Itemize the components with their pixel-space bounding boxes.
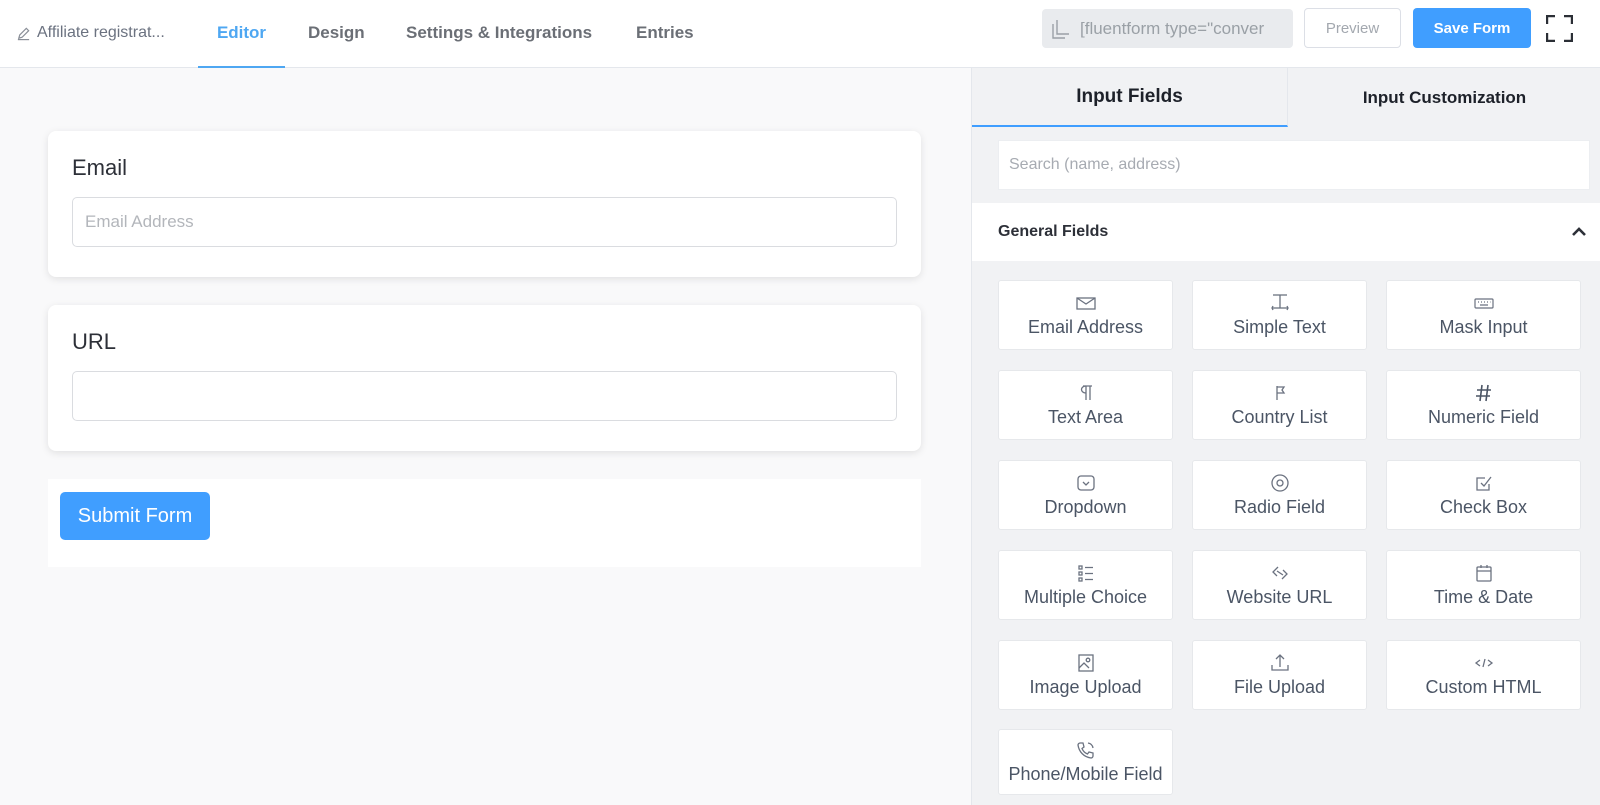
field-item-country-list[interactable]: Country List bbox=[1192, 370, 1367, 440]
field-item-text-area[interactable]: Text Area bbox=[998, 370, 1173, 440]
copy-icon bbox=[1052, 19, 1069, 39]
top-bar: Affiliate registrat... Editor Design Set… bbox=[0, 0, 1600, 68]
field-item-label: Website URL bbox=[1226, 586, 1333, 607]
email-field-input[interactable]: Email Address bbox=[72, 197, 897, 247]
flag-icon bbox=[1269, 383, 1291, 403]
field-item-multiple-choice[interactable]: Multiple Choice bbox=[998, 550, 1173, 620]
field-item-mask-input[interactable]: Mask Input bbox=[1386, 280, 1581, 350]
email-field-card[interactable]: Email Email Address bbox=[48, 131, 921, 277]
tab-design[interactable]: Design bbox=[308, 0, 365, 68]
form-title-text: Affiliate registrat... bbox=[37, 24, 165, 41]
field-item-phone-mobile[interactable]: Phone/Mobile Field bbox=[998, 729, 1173, 795]
field-item-label: Text Area bbox=[1047, 406, 1124, 427]
phone-icon bbox=[1075, 740, 1097, 760]
image-icon bbox=[1075, 653, 1097, 673]
field-item-custom-html[interactable]: Custom HTML bbox=[1386, 640, 1581, 710]
fullscreen-icon[interactable] bbox=[1546, 15, 1573, 42]
shortcode-text: [fluentform type="conver bbox=[1080, 18, 1265, 38]
field-item-file-upload[interactable]: File Upload bbox=[1192, 640, 1367, 710]
field-item-email-address[interactable]: Email Address bbox=[998, 280, 1173, 350]
envelope-icon bbox=[1075, 293, 1097, 313]
url-field-card[interactable]: URL bbox=[48, 305, 921, 451]
field-item-label: Dropdown bbox=[1044, 496, 1127, 517]
field-item-label: Email Address bbox=[1027, 316, 1144, 337]
field-item-label: Check Box bbox=[1439, 496, 1528, 517]
field-item-simple-text[interactable]: Simple Text bbox=[1192, 280, 1367, 350]
link-icon bbox=[1269, 563, 1291, 583]
field-item-dropdown[interactable]: Dropdown bbox=[998, 460, 1173, 530]
tab-entries[interactable]: Entries bbox=[636, 0, 694, 68]
tab-input-fields[interactable]: Input Fields bbox=[972, 68, 1288, 127]
field-item-label: Time & Date bbox=[1433, 586, 1534, 607]
field-item-label: Radio Field bbox=[1233, 496, 1326, 517]
email-field-label: Email bbox=[72, 155, 128, 180]
field-item-label: Mask Input bbox=[1439, 316, 1528, 337]
field-item-check-box[interactable]: Check Box bbox=[1386, 460, 1581, 530]
field-item-image-upload[interactable]: Image Upload bbox=[998, 640, 1173, 710]
field-item-label: File Upload bbox=[1233, 676, 1326, 697]
pencil-icon bbox=[17, 26, 30, 40]
dropdown-icon bbox=[1075, 473, 1097, 493]
preview-button[interactable]: Preview bbox=[1304, 8, 1401, 48]
paragraph-icon bbox=[1075, 383, 1097, 403]
form-canvas: Email Email Address URL Submit Form bbox=[0, 68, 972, 805]
submit-form-button[interactable]: Submit Form bbox=[60, 492, 210, 540]
url-field-label: URL bbox=[72, 329, 117, 354]
fields-panel: Input Fields Input Customization Search … bbox=[971, 68, 1600, 805]
url-field-input[interactable] bbox=[72, 371, 897, 421]
tab-input-customization[interactable]: Input Customization bbox=[1288, 68, 1600, 127]
general-fields-header[interactable]: General Fields bbox=[972, 203, 1600, 261]
list-icon bbox=[1075, 563, 1097, 583]
field-item-label: Image Upload bbox=[1029, 676, 1142, 697]
general-fields-title: General Fields bbox=[998, 223, 1109, 240]
tab-settings-integrations[interactable]: Settings & Integrations bbox=[406, 0, 592, 68]
chevron-up-icon[interactable] bbox=[1571, 225, 1587, 237]
keyboard-icon bbox=[1473, 293, 1495, 313]
form-title[interactable]: Affiliate registrat... bbox=[16, 22, 165, 44]
field-item-website-url[interactable]: Website URL bbox=[1192, 550, 1367, 620]
field-search-input[interactable]: Search (name, address) bbox=[998, 140, 1590, 190]
tab-editor[interactable]: Editor bbox=[198, 0, 285, 68]
field-item-radio-field[interactable]: Radio Field bbox=[1192, 460, 1367, 530]
field-item-label: Multiple Choice bbox=[1023, 586, 1148, 607]
hash-icon bbox=[1473, 383, 1495, 403]
radio-icon bbox=[1269, 473, 1291, 493]
shortcode-copy[interactable]: [fluentform type="conver bbox=[1042, 9, 1293, 48]
text-cursor-icon bbox=[1269, 293, 1291, 313]
field-item-numeric-field[interactable]: Numeric Field bbox=[1386, 370, 1581, 440]
upload-icon bbox=[1269, 653, 1291, 673]
checkbox-icon bbox=[1473, 473, 1495, 493]
code-icon bbox=[1473, 653, 1495, 673]
field-item-label: Custom HTML bbox=[1425, 676, 1542, 697]
field-item-label: Phone/Mobile Field bbox=[1008, 763, 1163, 784]
save-form-button[interactable]: Save Form bbox=[1413, 8, 1531, 48]
field-item-label: Country List bbox=[1231, 406, 1328, 427]
calendar-icon bbox=[1473, 563, 1495, 583]
field-item-label: Simple Text bbox=[1233, 316, 1326, 337]
submit-area: Submit Form bbox=[48, 479, 921, 567]
field-item-time-date[interactable]: Time & Date bbox=[1386, 550, 1581, 620]
field-item-label: Numeric Field bbox=[1427, 406, 1540, 427]
